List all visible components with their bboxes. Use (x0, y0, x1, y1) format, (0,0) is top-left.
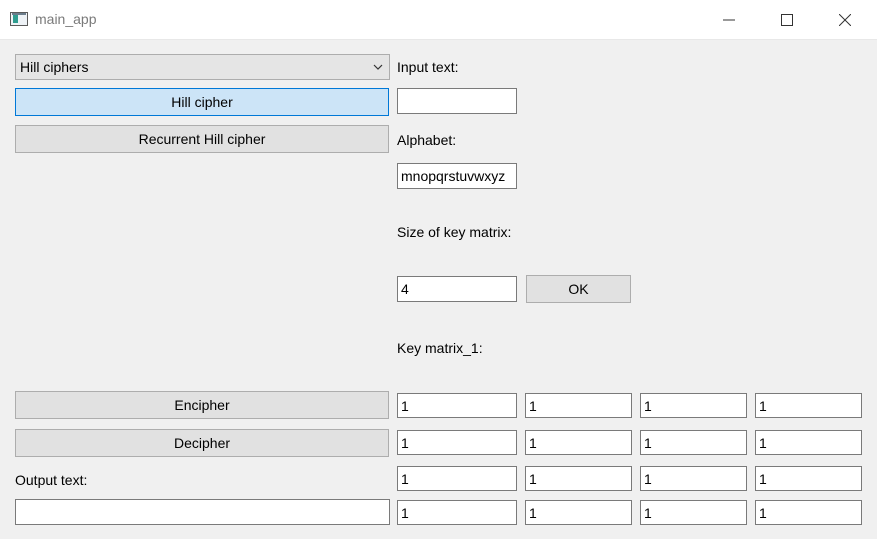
key-matrix-label: Key matrix_1: (397, 340, 483, 356)
maximize-icon (781, 13, 793, 26)
input-text-label: Input text: (397, 59, 459, 75)
key-matrix-cell[interactable]: 1 (755, 466, 862, 491)
output-text-field[interactable] (15, 499, 390, 525)
alphabet-field[interactable]: mnopqrstuvwxyz (397, 163, 517, 189)
decipher-button-label: Decipher (173, 435, 231, 451)
app-icon (10, 12, 28, 26)
key-matrix-cell[interactable]: 1 (755, 393, 862, 418)
close-button[interactable] (816, 0, 874, 39)
recurrent-hill-cipher-button-label: Recurrent Hill cipher (138, 131, 266, 147)
decipher-button[interactable]: Decipher (15, 429, 389, 457)
recurrent-hill-cipher-button[interactable]: Recurrent Hill cipher (15, 125, 389, 153)
maximize-button[interactable] (758, 0, 816, 39)
cipher-family-select[interactable]: Hill ciphers (15, 54, 390, 80)
key-matrix-cell[interactable]: 1 (755, 500, 862, 525)
hill-cipher-button-label: Hill cipher (171, 94, 233, 110)
title-bar: main_app (0, 0, 877, 40)
key-matrix-cell[interactable]: 1 (755, 430, 862, 455)
minimize-button[interactable] (700, 0, 758, 39)
input-text-field[interactable] (397, 88, 517, 114)
key-matrix-cell[interactable]: 1 (397, 430, 517, 455)
key-matrix-cell[interactable]: 1 (397, 393, 517, 418)
window-title: main_app (35, 11, 97, 27)
ok-button-label: OK (568, 281, 589, 297)
key-matrix-cell[interactable]: 1 (525, 430, 632, 455)
output-text-label: Output text: (15, 472, 88, 488)
key-matrix-cell[interactable]: 1 (640, 500, 747, 525)
key-matrix-cell[interactable]: 1 (525, 393, 632, 418)
encipher-button[interactable]: Encipher (15, 391, 389, 419)
key-size-field[interactable]: 4 (397, 276, 517, 302)
encipher-button-label: Encipher (174, 397, 230, 413)
key-matrix-cell[interactable]: 1 (640, 393, 747, 418)
key-matrix-cell[interactable]: 1 (397, 500, 517, 525)
hill-cipher-button[interactable]: Hill cipher (15, 88, 389, 116)
key-matrix-cell[interactable]: 1 (525, 500, 632, 525)
ok-button[interactable]: OK (526, 275, 631, 303)
key-matrix-cell[interactable]: 1 (640, 466, 747, 491)
key-matrix-cell[interactable]: 1 (640, 430, 747, 455)
chevron-down-icon (373, 64, 383, 70)
main-window: main_app Hill ciphers Hill cipher Recurr… (0, 0, 877, 539)
alphabet-label: Alphabet: (397, 132, 457, 148)
cipher-family-value: Hill ciphers (20, 59, 89, 75)
minimize-icon (723, 19, 735, 20)
close-icon (839, 13, 851, 26)
key-matrix-cell[interactable]: 1 (525, 466, 632, 491)
key-size-label: Size of key matrix: (397, 224, 512, 240)
key-matrix-cell[interactable]: 1 (397, 466, 517, 491)
